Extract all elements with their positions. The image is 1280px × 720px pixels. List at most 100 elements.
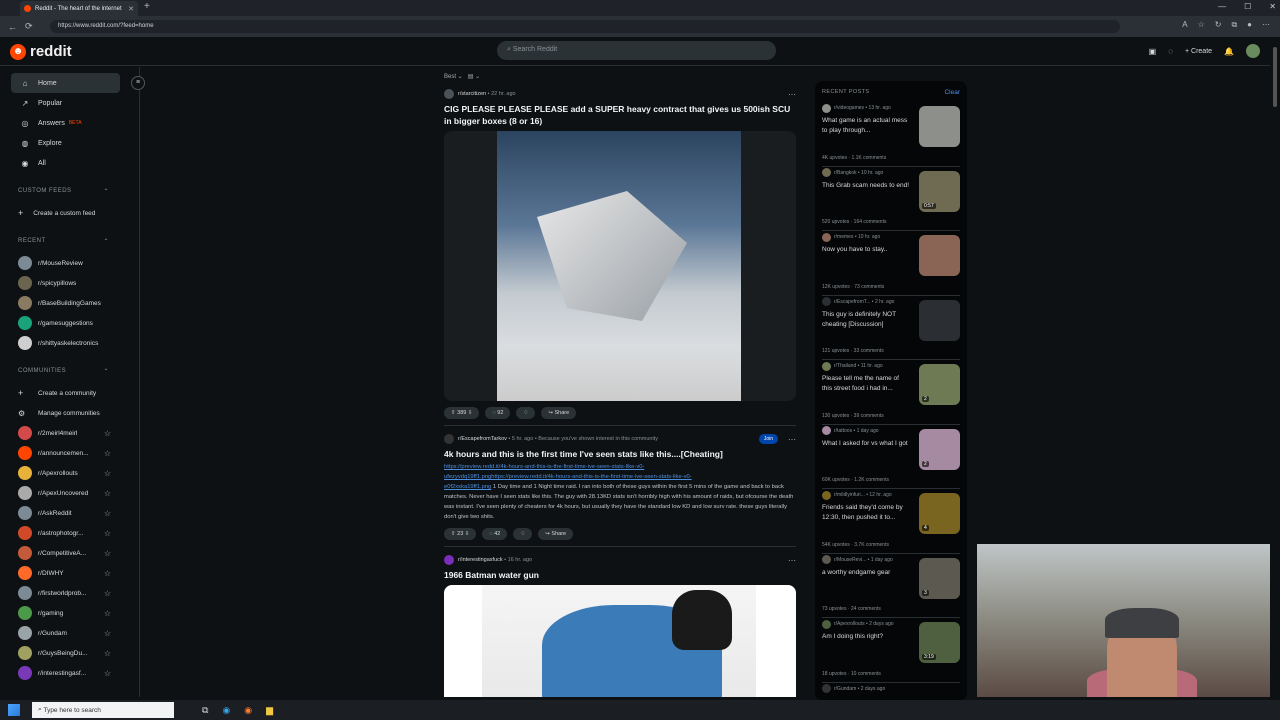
reload-icon[interactable]: ⟳: [25, 21, 33, 32]
create-button[interactable]: + Create: [1185, 48, 1212, 55]
sidebar-item-community[interactable]: r/GuysBeingDu... ☆: [0, 643, 139, 663]
sidebar-item-community[interactable]: r/Apexrollouts ☆: [0, 463, 139, 483]
more-options-icon[interactable]: ⋯: [788, 90, 796, 99]
sidebar-item-community[interactable]: r/announcemen... ☆: [0, 443, 139, 463]
sidebar-item-community[interactable]: r/DIWHY ☆: [0, 563, 139, 583]
recent-post-sub[interactable]: r/mildlyinfuri...: [834, 492, 865, 498]
star-icon[interactable]: ☆: [104, 429, 111, 438]
recent-post[interactable]: r/memes • 10 hr. ago Now you have to stay…: [822, 231, 960, 296]
recent-post-title[interactable]: Friends said they'd come by 12:30, then …: [822, 503, 910, 523]
comments-button[interactable]: ◌ 42: [482, 528, 508, 540]
manage-communities-item[interactable]: ⚙ Manage communities: [0, 403, 139, 423]
star-icon[interactable]: ☆: [104, 609, 111, 618]
chat-icon[interactable]: ◌: [1168, 47, 1173, 56]
star-icon[interactable]: ☆: [104, 649, 111, 658]
post-title[interactable]: 4k hours and this is the first time I've…: [444, 448, 796, 460]
sidebar-item-recent[interactable]: r/MouseReview: [0, 253, 139, 273]
communities-header[interactable]: COMMUNITIES ⌃: [0, 359, 139, 383]
advertise-icon[interactable]: ▣: [1149, 47, 1157, 56]
recent-post[interactable]: r/mildlyinfuri... • 12 hr. ago Friends sa…: [822, 489, 960, 554]
custom-feeds-header[interactable]: CUSTOM FEEDS ⌃: [0, 179, 139, 203]
recent-post-sub[interactable]: r/tattoos: [834, 428, 852, 434]
close-tab-icon[interactable]: ✕: [128, 5, 134, 13]
search-input[interactable]: ⌕ Search Reddit: [497, 41, 776, 60]
post-link[interactable]: e0f2xska19ff1.png: [444, 484, 491, 490]
post-link[interactable]: ufezyvdq19ff1.pnghttps://preview.redd.it…: [444, 474, 692, 480]
recent-post-sub[interactable]: r/EscapefromT...: [834, 299, 870, 305]
award-button[interactable]: ♢: [516, 407, 536, 419]
avatar[interactable]: [1246, 44, 1260, 58]
sidebar-item-popular[interactable]: ↗ Popular: [0, 93, 139, 113]
maximize-icon[interactable]: ☐: [1244, 2, 1251, 11]
recent-post[interactable]: r/Bangkok • 10 hr. ago This Grab scam nee…: [822, 167, 960, 231]
recent-post-title[interactable]: What game is an actual mess to play thro…: [822, 116, 910, 136]
edge-icon[interactable]: ◉: [222, 705, 230, 716]
star-icon[interactable]: ☆: [104, 569, 111, 578]
share-button[interactable]: ↪ Share: [541, 407, 577, 419]
star-icon[interactable]: ☆: [104, 669, 111, 678]
sidebar-item-community[interactable]: r/Gundam ☆: [0, 623, 139, 643]
close-window-icon[interactable]: ✕: [1269, 2, 1276, 11]
award-button[interactable]: ♢: [513, 528, 533, 540]
recent-post[interactable]: r/EscapefromT... • 2 hr. ago This guy is …: [822, 296, 960, 360]
recent-post[interactable]: r/Apexrollouts • 2 days ago Am I doing th…: [822, 618, 960, 683]
recent-post-title[interactable]: a worthy endgame gear: [822, 568, 910, 578]
start-icon[interactable]: [8, 704, 20, 716]
recent-post-thumbnail[interactable]: [919, 235, 960, 276]
post-card[interactable]: r/starcitizen • 22 hr. ago ⋯ CIG PLEASE P…: [444, 87, 796, 426]
star-icon[interactable]: ☆: [104, 589, 111, 598]
post-link[interactable]: https://preview.redd.it/4k-hours-and-thi…: [444, 464, 644, 470]
create-community-item[interactable]: + Create a community: [0, 383, 139, 403]
recent-post-title[interactable]: This Grab scam needs to end!: [822, 181, 910, 191]
create-feed-item[interactable]: + Create a custom feed: [0, 203, 139, 223]
recent-post[interactable]: r/Thailand • 11 hr. ago Please tell me th…: [822, 360, 960, 425]
vote-button[interactable]: ⇧ 23 ⇩: [444, 528, 477, 540]
read-aloud-icon[interactable]: A: [1182, 20, 1187, 30]
comments-button[interactable]: ◌ 92: [485, 407, 511, 419]
recent-post-thumbnail[interactable]: 3:19: [919, 622, 960, 663]
post-subreddit[interactable]: r/interestingasfuck: [458, 557, 503, 563]
sidebar-item-all[interactable]: ◉ All: [0, 153, 139, 173]
favorite-icon[interactable]: ☆: [1198, 20, 1205, 30]
task-view-icon[interactable]: ⧉: [202, 705, 208, 716]
sidebar-item-community[interactable]: r/2meirl4meirl ☆: [0, 423, 139, 443]
post-image[interactable]: [444, 585, 796, 697]
new-tab-button[interactable]: +: [144, 1, 150, 12]
post-subreddit[interactable]: r/starcitizen: [458, 91, 486, 97]
more-options-icon[interactable]: ⋯: [788, 435, 796, 444]
recent-post-thumbnail[interactable]: 2: [919, 428, 960, 470]
recent-post-thumbnail[interactable]: 2: [919, 364, 960, 405]
recent-post-sub[interactable]: r/Bangkok: [834, 170, 857, 176]
star-icon[interactable]: ☆: [104, 529, 111, 538]
sidebar-item-community[interactable]: r/ApexUncovered ☆: [0, 483, 139, 503]
sidebar-item-community[interactable]: r/firstworldprob... ☆: [0, 583, 139, 603]
sidebar-item-community[interactable]: r/CompetitiveA... ☆: [0, 543, 139, 563]
recent-post-thumbnail[interactable]: 3: [919, 557, 960, 599]
menu-toggle-icon[interactable]: ≡: [131, 76, 145, 90]
recent-post-sub[interactable]: r/Thailand: [834, 363, 856, 369]
recent-post-thumbnail[interactable]: 4: [919, 493, 960, 534]
recent-post-title[interactable]: Now you have to stay..: [822, 245, 910, 255]
more-icon[interactable]: ⋯: [1262, 20, 1270, 30]
sidebar-item-recent[interactable]: r/shittyaskelectronics: [0, 333, 139, 353]
join-button[interactable]: Join: [758, 434, 778, 444]
sidebar-item-community[interactable]: r/interestingasf... ☆: [0, 663, 139, 683]
browser-tab[interactable]: Reddit - The heart of the internet ✕: [20, 1, 138, 16]
sidebar-item-home[interactable]: ⌂ Home: [11, 73, 120, 93]
sidebar-item-recent[interactable]: r/spicypillows: [0, 273, 139, 293]
star-icon[interactable]: ☆: [104, 489, 111, 498]
post-card[interactable]: r/EscapefromTarkov • 5 hr. ago • Because…: [444, 432, 796, 547]
vote-button[interactable]: ⇧ 389 ⇩: [444, 407, 480, 419]
collections-icon[interactable]: ⧉: [1231, 20, 1237, 30]
recent-post-thumbnail[interactable]: [919, 299, 960, 341]
recent-post-title[interactable]: What I asked for vs what I got: [822, 439, 910, 449]
recent-post-thumbnail[interactable]: 0:57: [919, 170, 960, 212]
clear-button[interactable]: Clear: [944, 89, 960, 96]
sidebar-item-community[interactable]: r/astrophotogr... ☆: [0, 523, 139, 543]
recent-post-title[interactable]: Please tell me the name of this street f…: [822, 374, 910, 394]
firefox-icon[interactable]: ◉: [244, 705, 252, 716]
sidebar-item-explore[interactable]: ◍ Explore: [0, 133, 139, 153]
recent-post-title[interactable]: This guy is definitely NOT cheating [Dis…: [822, 310, 910, 330]
star-icon[interactable]: ☆: [104, 549, 111, 558]
star-icon[interactable]: ☆: [104, 469, 111, 478]
